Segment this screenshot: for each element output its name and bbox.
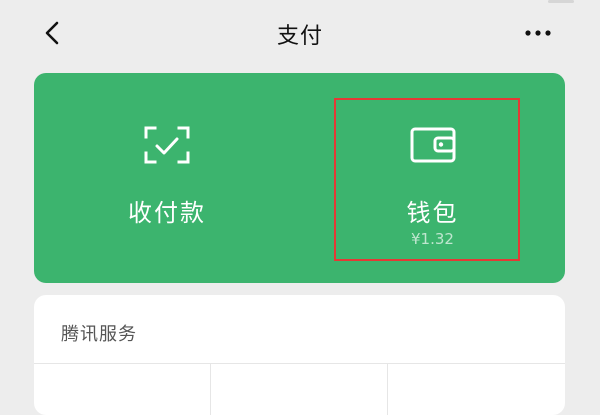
- more-dots-icon: [525, 30, 551, 36]
- wallet-label: 钱包: [406, 199, 459, 227]
- tencent-services-card: 腾讯服务: [34, 295, 565, 415]
- service-cell[interactable]: [388, 364, 565, 415]
- wallet-icon: [410, 127, 455, 163]
- wallet-balance: ¥1.32: [411, 230, 454, 248]
- scan-check-icon: [144, 126, 190, 164]
- more-button[interactable]: [520, 16, 556, 50]
- receive-pay-button[interactable]: 收付款: [34, 73, 300, 283]
- section-title: 腾讯服务: [61, 324, 137, 345]
- receive-pay-label: 收付款: [128, 199, 206, 227]
- wallet-card: 收付款 钱包 ¥1.32: [34, 73, 565, 283]
- navigation-bar: 支付: [0, 4, 600, 62]
- status-indicator: [548, 0, 574, 3]
- wallet-button[interactable]: 钱包 ¥1.32: [300, 73, 565, 283]
- service-cell[interactable]: [211, 364, 387, 415]
- service-cell[interactable]: [34, 364, 210, 415]
- page-title: 支付: [276, 24, 323, 49]
